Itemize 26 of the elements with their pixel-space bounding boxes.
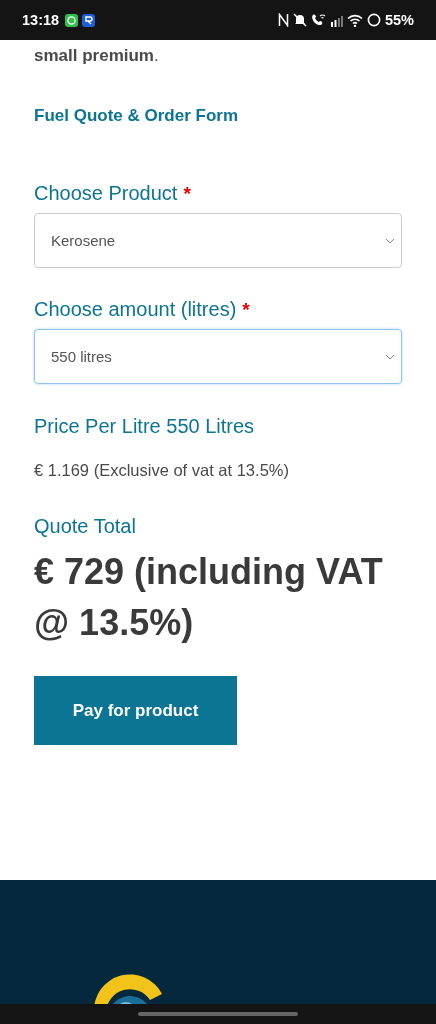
price-label: Price Per Litre 550 Litres bbox=[34, 415, 255, 438]
home-handle[interactable] bbox=[138, 1012, 298, 1016]
required-marker: * bbox=[183, 183, 191, 205]
quote-total: € 729 (including VAT @ 13.5%) bbox=[34, 550, 384, 645]
signal-icon bbox=[330, 13, 343, 27]
quote-label: Quote Total bbox=[34, 515, 136, 538]
select-field[interactable]: Kerosene bbox=[34, 213, 402, 268]
battery-level: 55% bbox=[384, 12, 414, 28]
intro-text: small premium. bbox=[34, 46, 159, 66]
nfc-icon bbox=[277, 13, 289, 27]
muted-bell-icon bbox=[292, 13, 307, 27]
chat-app-icon bbox=[65, 13, 79, 27]
wifi-icon bbox=[346, 13, 363, 27]
chevron-down-icon bbox=[385, 353, 395, 360]
chevron-down-icon bbox=[385, 237, 395, 244]
wifi-call-icon bbox=[310, 13, 327, 27]
form-title: Fuel Quote & Order Form bbox=[34, 106, 239, 126]
field-label: Choose amount (litres) bbox=[34, 298, 237, 321]
battery-icon bbox=[366, 13, 381, 27]
select-field[interactable]: 550 litres bbox=[34, 329, 402, 384]
field-label: Choose Product bbox=[34, 182, 178, 205]
required-marker: * bbox=[242, 299, 250, 321]
app-icon bbox=[82, 13, 96, 27]
pay-button[interactable]: Pay for product bbox=[34, 676, 237, 745]
price-value: € 1.169 (Exclusive of vat at 13.5%) bbox=[34, 461, 289, 480]
status-time: 13:18 bbox=[22, 12, 60, 28]
